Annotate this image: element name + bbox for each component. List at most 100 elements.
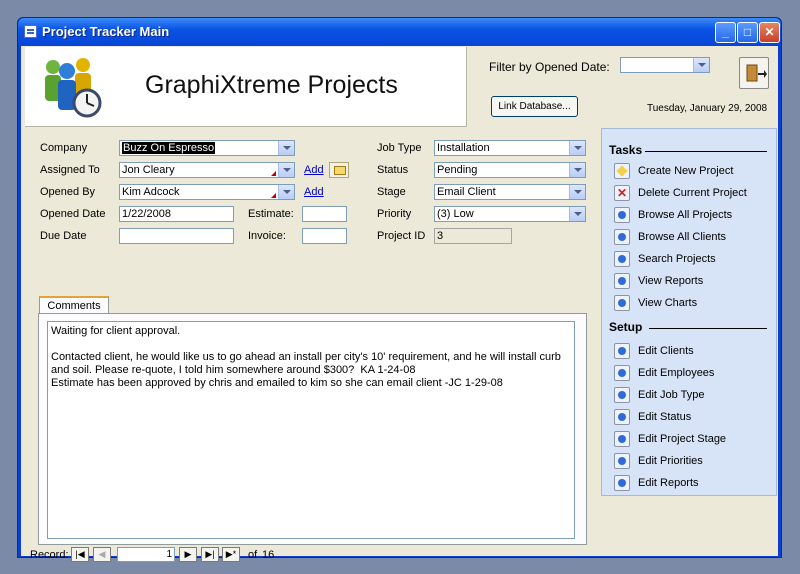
task-label: Edit Employees — [638, 367, 715, 379]
next-record-button[interactable]: ▶ — [179, 547, 197, 562]
exit-button[interactable] — [739, 57, 769, 89]
arrow-right-icon — [614, 343, 630, 359]
chevron-down-icon[interactable] — [278, 185, 294, 199]
arrow-right-icon — [614, 431, 630, 447]
delete-x-icon: ✕ — [614, 185, 630, 201]
task-label: Edit Project Stage — [638, 433, 727, 445]
status-select[interactable]: Pending — [434, 162, 586, 178]
previous-record-button[interactable]: ◀ — [93, 547, 111, 562]
header-controls: Filter by Opened Date: Link Database... … — [466, 47, 777, 127]
current-date: Tuesday, January 29, 2008 — [647, 103, 768, 114]
window-title: Project Tracker Main — [42, 24, 170, 39]
record-label: Record: — [30, 549, 69, 561]
due-date-field[interactable] — [119, 228, 234, 244]
stage-value: Email Client — [437, 186, 496, 198]
task-label: Browse All Clients — [638, 231, 727, 243]
stage-select[interactable]: Email Client — [434, 184, 586, 200]
list-edit-marker-icon — [271, 193, 276, 198]
tasks-panel: Tasks Create New Project ✕ Delete Curren… — [601, 128, 777, 496]
setup-divider — [649, 328, 767, 329]
main-window: Project Tracker Main _ □ ✕ GraphiXtreme … — [17, 17, 782, 562]
arrow-right-icon — [614, 475, 630, 491]
new-record-button[interactable]: ▶* — [222, 547, 240, 562]
task-label: Edit Clients — [638, 345, 694, 357]
new-star-icon — [614, 163, 630, 179]
assigned-to-value: Jon Cleary — [122, 164, 175, 176]
list-edit-marker-icon — [271, 171, 276, 176]
title-bar[interactable]: Project Tracker Main _ □ ✕ — [18, 18, 781, 46]
priority-select[interactable]: (3) Low — [434, 206, 586, 222]
status-value: Pending — [437, 164, 478, 176]
add-opened-by-link[interactable]: Add — [304, 186, 324, 198]
link-database-button[interactable]: Link Database... — [491, 96, 578, 117]
add-assignee-link[interactable]: Add — [304, 164, 324, 176]
task-label: Edit Job Type — [638, 389, 705, 401]
close-button[interactable]: ✕ — [759, 22, 780, 43]
last-record-button[interactable]: ▶| — [201, 547, 219, 562]
project-detail-form: Company Buzz On Espresso Assigned To Jon… — [25, 128, 600, 556]
task-label: Edit Reports — [638, 477, 699, 489]
task-label: Edit Status — [638, 411, 692, 423]
app-title: GraphiXtreme Projects — [145, 71, 398, 99]
opened-by-label: Opened By — [40, 186, 96, 198]
task-label: View Charts — [638, 297, 698, 309]
chevron-down-icon[interactable] — [278, 163, 294, 177]
stage-label: Stage — [377, 186, 406, 198]
record-total: 16 — [262, 549, 275, 561]
estimate-label: Estimate: — [248, 208, 294, 220]
first-record-button[interactable]: |◀ — [71, 547, 89, 562]
chevron-down-icon[interactable] — [569, 207, 585, 221]
task-label: Delete Current Project — [638, 187, 747, 199]
arrow-right-icon — [614, 251, 630, 267]
job-type-value: Installation — [437, 142, 490, 154]
invoice-field[interactable] — [302, 228, 347, 244]
current-record-input[interactable]: 1 — [117, 547, 175, 562]
assigned-to-select[interactable]: Jon Cleary — [119, 162, 295, 178]
task-label: Create New Project — [638, 165, 734, 177]
record-of-label: of — [248, 549, 258, 561]
maximize-button[interactable]: □ — [737, 22, 758, 43]
task-label: View Reports — [638, 275, 704, 287]
setup-heading: Setup — [609, 320, 643, 334]
invoice-label: Invoice: — [248, 230, 286, 242]
priority-label: Priority — [377, 208, 412, 220]
opened-by-value: Kim Adcock — [122, 186, 180, 198]
chevron-down-icon[interactable] — [569, 185, 585, 199]
filter-opened-date-select[interactable] — [620, 57, 710, 73]
comments-textarea[interactable]: Waiting for client approval. Contacted c… — [47, 321, 575, 539]
arrow-right-icon — [614, 409, 630, 425]
form-client-area: GraphiXtreme Projects Filter by Opened D… — [21, 46, 778, 562]
opened-by-select[interactable]: Kim Adcock — [119, 184, 295, 200]
chevron-down-icon[interactable] — [569, 141, 585, 155]
minimize-button[interactable]: _ — [715, 22, 736, 43]
opened-date-field[interactable]: 1/22/2008 — [119, 206, 234, 222]
arrow-right-icon — [614, 387, 630, 403]
arrow-right-icon — [614, 365, 630, 381]
status-label: Status — [377, 164, 409, 176]
tasks-divider — [645, 151, 767, 152]
chevron-down-icon[interactable] — [569, 163, 585, 177]
email-envelope-icon[interactable] — [329, 162, 349, 178]
company-select[interactable]: Buzz On Espresso — [119, 140, 295, 156]
filter-label: Filter by Opened Date: — [489, 60, 610, 74]
arrow-right-icon — [614, 229, 630, 245]
arrow-right-icon — [614, 273, 630, 289]
arrow-right-icon — [614, 453, 630, 469]
chevron-down-icon[interactable] — [693, 58, 709, 72]
tasks-heading: Tasks — [609, 143, 643, 157]
tab-comments[interactable]: Comments — [39, 296, 109, 314]
form-icon[interactable] — [24, 25, 37, 38]
team-clock-logo-icon — [45, 58, 102, 118]
job-type-select[interactable]: Installation — [434, 140, 586, 156]
company-value: Buzz On Espresso — [122, 142, 216, 154]
priority-value: (3) Low — [437, 208, 474, 220]
task-label: Edit Priorities — [638, 455, 703, 467]
chevron-down-icon[interactable] — [278, 141, 294, 155]
arrow-right-icon — [614, 295, 630, 311]
form-header: GraphiXtreme Projects Filter by Opened D… — [25, 47, 777, 127]
company-label: Company — [40, 142, 88, 154]
arrow-right-icon — [614, 207, 630, 223]
opened-date-label: Opened Date — [40, 208, 106, 220]
due-date-label: Due Date — [40, 230, 87, 242]
estimate-field[interactable] — [302, 206, 347, 222]
